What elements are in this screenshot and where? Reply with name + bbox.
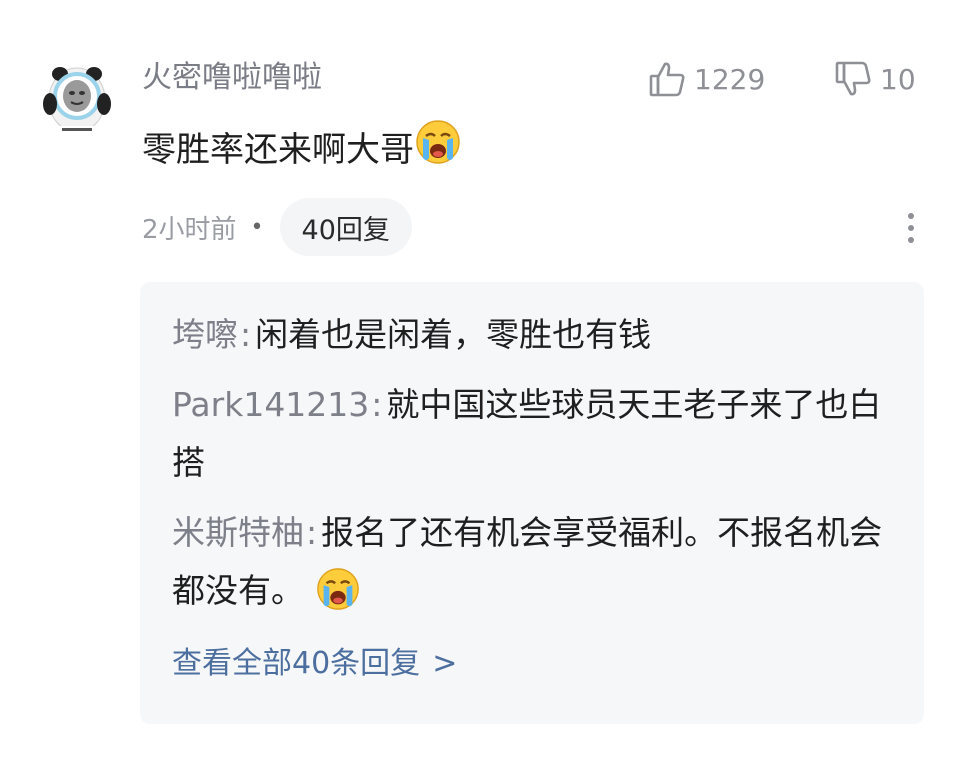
- thumbs-down-icon: [834, 60, 872, 98]
- reply-separator: :: [371, 385, 383, 424]
- comment-meta: 2小时前 • 40回复: [142, 198, 412, 256]
- dislike-count: 10: [880, 62, 916, 96]
- avatar[interactable]: [40, 60, 114, 136]
- view-all-label: 查看全部40条回复: [172, 646, 421, 681]
- reply-item[interactable]: 垮嚓: 闲着也是闲着，零胜也有钱: [172, 306, 892, 364]
- replies-panel: 垮嚓: 闲着也是闲着，零胜也有钱 Park141213: 就中国这些球员天王老子来了…: [140, 282, 924, 724]
- like-button[interactable]: 1229: [648, 58, 765, 100]
- reply-separator: :: [306, 513, 318, 552]
- reply-count-label: 40回复: [301, 214, 390, 246]
- reply-author[interactable]: 米斯特柚: [172, 513, 304, 552]
- timestamp: 2小时前: [142, 214, 237, 245]
- dislike-button[interactable]: 10: [834, 58, 916, 100]
- thumbs-up-icon: [648, 60, 686, 98]
- chevron-right-icon: >: [432, 646, 458, 681]
- reply-item[interactable]: 米斯特柚: 报名了还有机会享受福利。不报名机会都没有。: [172, 504, 892, 622]
- more-vertical-icon[interactable]: [896, 208, 926, 248]
- crying-face-emoji: [414, 118, 462, 181]
- reply-separator: :: [240, 315, 252, 354]
- crying-face-emoji: [315, 564, 361, 622]
- like-count: 1229: [694, 62, 766, 96]
- comment-body: 零胜率还来啊大哥: [142, 129, 414, 170]
- comment-text: 零胜率还来啊大哥: [142, 118, 462, 181]
- view-all-replies-link[interactable]: 查看全部40条回复 >: [172, 638, 457, 690]
- reply-count-button[interactable]: 40回复: [279, 198, 412, 256]
- meta-separator: •: [250, 214, 264, 240]
- reply-author[interactable]: 垮嚓: [172, 315, 238, 354]
- reply-text: 闲着也是闲着，零胜也有钱: [255, 315, 652, 354]
- username[interactable]: 火密噜啦噜啦: [142, 56, 322, 100]
- reply-item[interactable]: Park141213: 就中国这些球员天王老子来了也白搭: [172, 376, 892, 492]
- reply-author[interactable]: Park141213: [172, 385, 369, 424]
